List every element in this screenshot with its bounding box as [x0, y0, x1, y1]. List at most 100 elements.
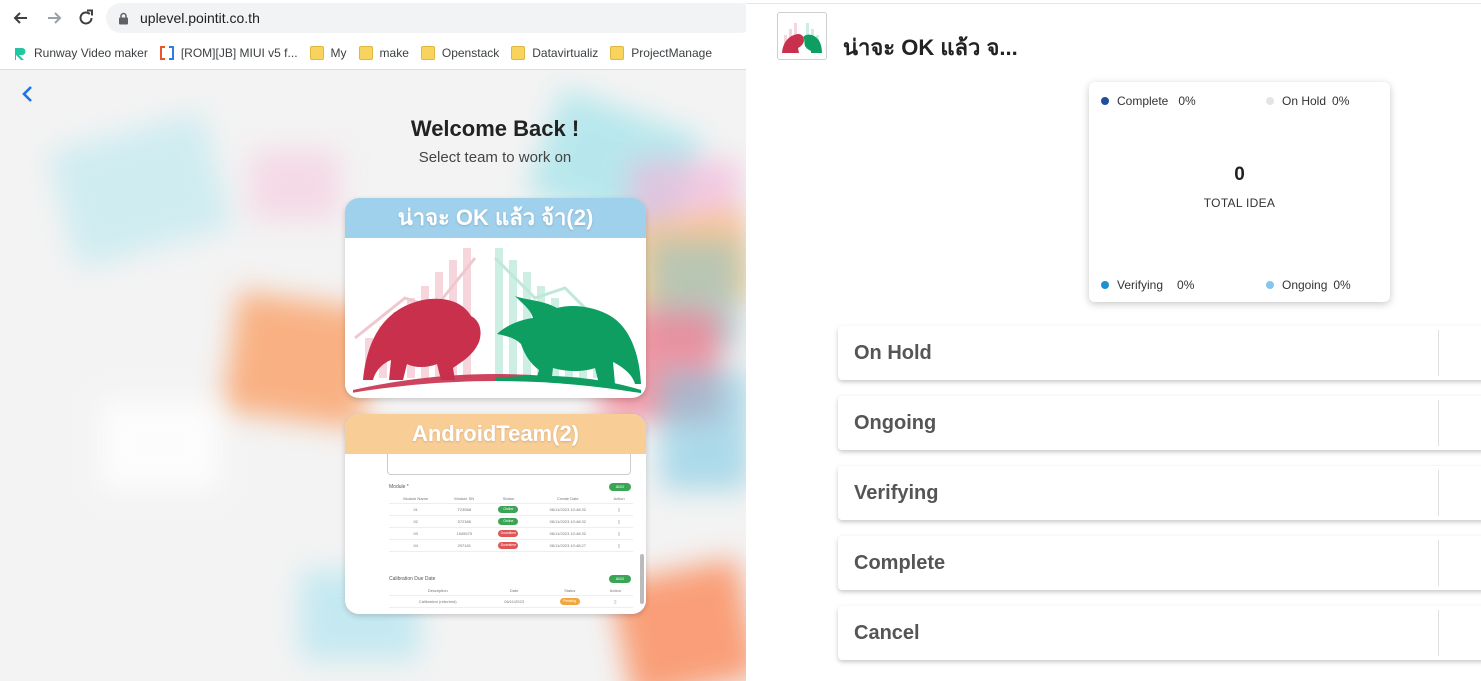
action-icons: ▯: [605, 503, 633, 516]
divider: [746, 3, 1481, 4]
team-preview-screenshot: Module * ADD Module Name Module SN Statu…: [345, 454, 646, 614]
legend-ongoing: Ongoing 0%: [1266, 278, 1351, 292]
background-shape: [660, 370, 746, 490]
folder-icon: [420, 45, 435, 60]
preview-scrollbar: [640, 554, 644, 604]
bookmark-label: ProjectManage: [631, 45, 712, 60]
cell: 572386: [442, 515, 487, 528]
status-row-on-hold[interactable]: On Hold: [838, 326, 1481, 380]
bookmark-datavirtualiz[interactable]: Datavirtualiz: [511, 45, 599, 60]
status-label: Cancel: [854, 622, 920, 644]
status-row-complete[interactable]: Complete: [838, 536, 1481, 590]
legend-dot: [1101, 281, 1109, 289]
url-text: uplevel.pointit.co.th: [140, 10, 260, 26]
reload-icon: [79, 9, 93, 25]
cell: 04: [389, 539, 443, 552]
welcome-title: Welcome Back !: [410, 116, 580, 141]
cell: 01: [389, 503, 443, 516]
cell: 02: [389, 515, 443, 528]
legend-dot: [1101, 97, 1109, 105]
team-card[interactable]: AndroidTeam(2) Module * ADD Module Name …: [345, 414, 646, 614]
back-chevron-button[interactable]: [18, 84, 38, 104]
bookmark-runway[interactable]: Runway Video maker: [13, 46, 148, 60]
preview-col: Module Name: [389, 494, 443, 504]
legend-verifying: Verifying 0%: [1101, 278, 1194, 292]
bookmark-label: Openstack: [441, 45, 500, 60]
forward-button[interactable]: [41, 5, 67, 31]
legend-percent: 0%: [1332, 94, 1350, 108]
folder-icon: [358, 45, 373, 60]
status-row-ongoing[interactable]: Ongoing: [838, 396, 1481, 450]
status-row-cancel[interactable]: Cancel: [838, 606, 1481, 660]
legend-label: Verifying: [1117, 278, 1164, 292]
preview-col: Create Date: [530, 494, 606, 504]
status-pill: Downtime: [498, 530, 519, 537]
legend-percent: 0%: [1178, 94, 1196, 108]
background-shape: [100, 400, 220, 490]
reload-button[interactable]: [73, 5, 99, 31]
preview-col: Status: [541, 586, 598, 596]
status-pill: Pending: [559, 598, 580, 605]
bookmarks-bar: Runway Video maker [ROM][JB] MIUI v5 f..…: [0, 36, 746, 70]
team-card[interactable]: น่าจะ OK แล้ว จ้า(2): [345, 198, 646, 398]
cell: Calibration (refurbed): [389, 595, 487, 608]
action-icons: ▯: [597, 595, 633, 608]
action-icons: ▯: [605, 527, 633, 540]
legend-percent: 0%: [1333, 278, 1351, 292]
bookmark-openstack[interactable]: Openstack: [420, 45, 500, 60]
legend-dot: [1266, 281, 1274, 289]
cell: 06/11/2023 10:48:32: [530, 515, 606, 528]
divider: [1438, 470, 1439, 516]
table-row: 03 1545575 Downtime 06/11/2023 10:48:32 …: [389, 527, 633, 540]
status-label: On Hold: [854, 342, 932, 364]
preview-module-label: Module *: [389, 484, 409, 490]
action-icons: ▯: [605, 515, 633, 528]
status-row-verifying[interactable]: Verifying: [838, 466, 1481, 520]
bookmark-label: Datavirtualiz: [532, 45, 599, 60]
cell: 03: [389, 527, 443, 540]
preview-col: Action: [597, 586, 633, 596]
team-card-title: น่าจะ OK แล้ว จ้า(2): [345, 198, 646, 238]
preview-module-table: Module Name Module SN Status Create Date…: [389, 494, 633, 552]
team-card-title: AndroidTeam(2): [345, 414, 646, 454]
lock-icon: [118, 11, 130, 25]
legend-complete: Complete 0%: [1101, 94, 1196, 108]
bookmark-miui[interactable]: [ROM][JB] MIUI v5 f...: [159, 45, 298, 60]
status-pill: Downtime: [498, 542, 519, 549]
status-label: Verifying: [854, 482, 939, 504]
welcome-subtitle: Select team to work on: [418, 149, 572, 166]
team-logo: [777, 12, 827, 60]
bookmark-label: [ROM][JB] MIUI v5 f...: [180, 45, 298, 60]
bookmark-make[interactable]: make: [358, 45, 409, 60]
arrow-right-icon: [48, 12, 62, 24]
preview-col: Description: [389, 586, 487, 596]
back-button[interactable]: [8, 5, 34, 31]
bookmark-my[interactable]: My: [309, 45, 347, 60]
action-icons: ▯: [605, 539, 633, 552]
legend-label: Complete: [1117, 94, 1169, 108]
idea-summary-card: Complete 0% On Hold 0% 0 TOTAL IDEA Veri…: [1089, 82, 1390, 302]
chevron-left-icon: [22, 86, 32, 102]
cell: 1545575: [442, 527, 487, 540]
cell: 06/11/2023: [486, 595, 542, 608]
divider: [1438, 330, 1439, 376]
arrow-left-icon: [13, 12, 27, 24]
bookmark-label: make: [379, 45, 409, 60]
address-bar[interactable]: uplevel.pointit.co.th: [106, 3, 746, 33]
preview-add-button: ADD: [609, 575, 631, 583]
team-dashboard: น่าจะ OK แล้ว จ... Complete 0% On Hold 0…: [746, 0, 1481, 681]
bookmark-label: Runway Video maker: [34, 45, 148, 60]
status-pill: Online: [498, 518, 519, 525]
legend-on-hold: On Hold 0%: [1266, 94, 1349, 108]
bookmark-projectmanage[interactable]: ProjectManage: [610, 45, 712, 60]
preview-col: Action: [605, 494, 633, 504]
cell: 06/11/2023 10:48:27: [530, 539, 606, 552]
cell: 06/11/2023 10:48:32: [530, 527, 606, 540]
bull-bear-logo: [345, 238, 646, 398]
divider: [1438, 400, 1439, 446]
cell: 06/11/2023 10:48:32: [530, 503, 606, 516]
browser-window: uplevel.pointit.co.th Runway Video maker…: [0, 0, 746, 681]
xda-icon: [159, 45, 174, 60]
preview-col: Date: [486, 586, 542, 596]
total-idea-count: 0: [1234, 164, 1245, 185]
